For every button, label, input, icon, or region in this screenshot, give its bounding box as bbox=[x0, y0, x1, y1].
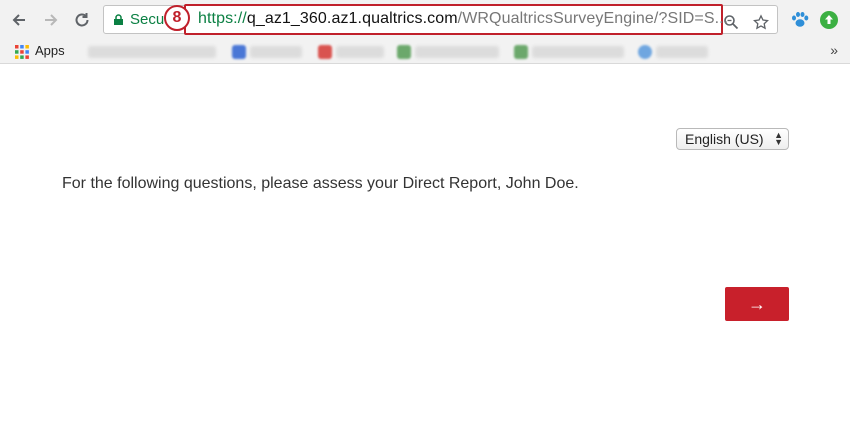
blurred-bookmark-1[interactable] bbox=[88, 46, 216, 58]
question-text: For the following questions, please asse… bbox=[62, 175, 579, 192]
url-host: q_az1_360.az1.qualtrics.com bbox=[246, 10, 458, 27]
browser-toolbar: Secu https://q_az1_360.az1.qualtrics.com… bbox=[0, 0, 850, 40]
bookmarks-bar: Apps » bbox=[0, 40, 850, 64]
blurred-bookmark-3[interactable] bbox=[336, 46, 384, 58]
blurred-bookmark-5[interactable] bbox=[532, 46, 624, 58]
upload-extension-icon[interactable] bbox=[819, 10, 839, 30]
step-number-badge: 8 bbox=[164, 5, 190, 31]
bookmark-star-button[interactable] bbox=[753, 13, 769, 30]
paw-extension-icon[interactable] bbox=[790, 10, 810, 30]
apps-grid-icon[interactable] bbox=[15, 45, 29, 59]
forward-button[interactable] bbox=[40, 9, 62, 31]
reload-icon bbox=[75, 13, 89, 27]
apps-bookmark[interactable]: Apps bbox=[35, 43, 65, 58]
forward-arrow-icon bbox=[45, 14, 58, 26]
blurred-bookmark-6[interactable] bbox=[656, 46, 708, 58]
site-bookmark-icon-3 bbox=[638, 45, 652, 59]
lock-icon bbox=[114, 14, 123, 25]
url-text: https://q_az1_360.az1.qualtrics.com/WRQu… bbox=[198, 10, 728, 28]
reload-button[interactable] bbox=[71, 9, 93, 31]
calendar-bookmark-icon bbox=[232, 45, 246, 59]
select-arrows-icon: ▲ ▼ bbox=[774, 130, 783, 147]
secure-label: Secu bbox=[130, 11, 165, 28]
more-bookmarks-button[interactable]: » bbox=[830, 42, 838, 58]
site-bookmark-icon-1 bbox=[397, 45, 411, 59]
next-button[interactable]: → bbox=[725, 287, 789, 321]
mail-bookmark-icon bbox=[318, 45, 332, 59]
blurred-bookmark-4[interactable] bbox=[415, 46, 499, 58]
url-scheme: https:// bbox=[198, 10, 247, 27]
url-path: /WRQualtricsSurveyEngine/?SID=S... bbox=[457, 10, 729, 27]
back-button[interactable] bbox=[8, 9, 30, 31]
site-bookmark-icon-2 bbox=[514, 45, 528, 59]
back-arrow-icon bbox=[12, 14, 25, 26]
language-select-value: English (US) bbox=[685, 131, 764, 147]
url-highlight-box[interactable]: https://q_az1_360.az1.qualtrics.com/WRQu… bbox=[184, 4, 728, 35]
star-icon bbox=[753, 13, 769, 30]
blurred-bookmark-2[interactable] bbox=[250, 46, 302, 58]
language-select[interactable]: English (US) ▲ ▼ bbox=[676, 128, 789, 150]
